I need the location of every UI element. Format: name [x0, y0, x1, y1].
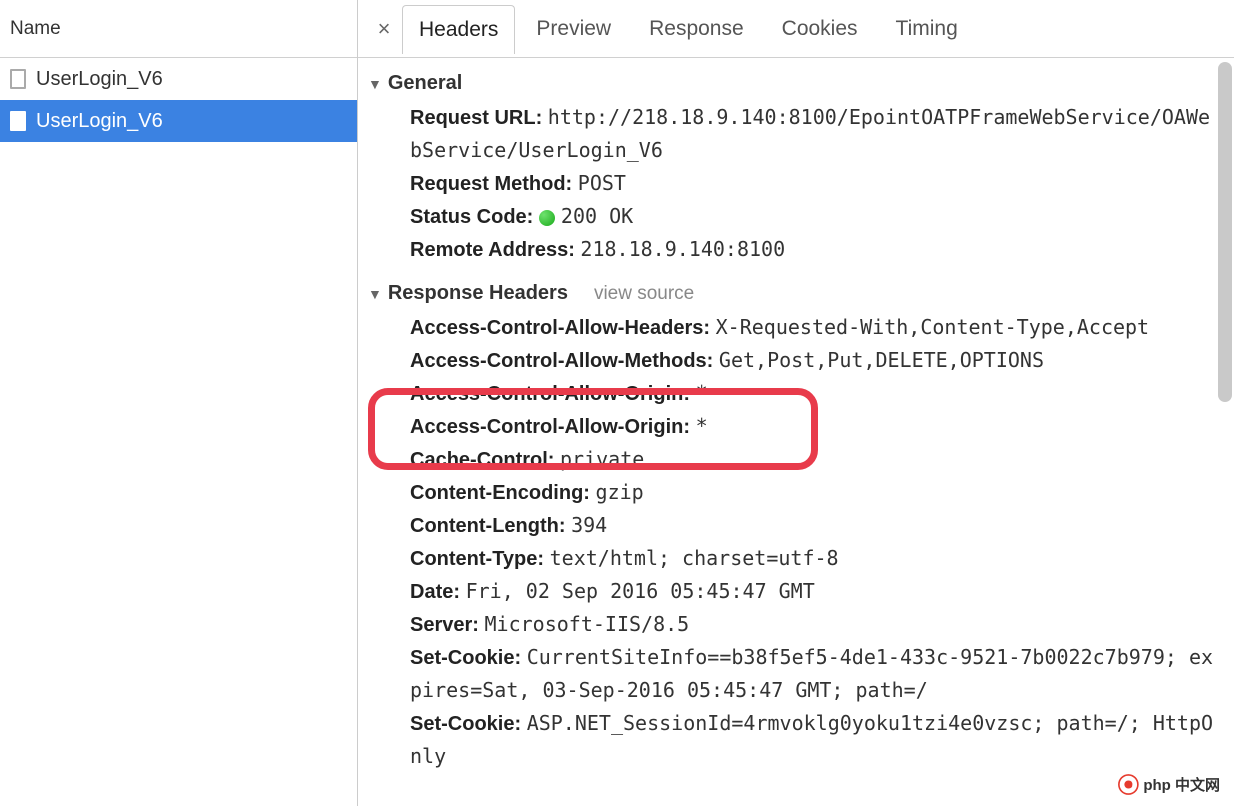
tab-timing[interactable]: Timing: [879, 4, 975, 53]
header-row: Access-Control-Allow-Methods: Get,Post,P…: [410, 344, 1214, 377]
disclosure-triangle-icon[interactable]: ▼: [368, 286, 382, 302]
tab-headers[interactable]: Headers: [402, 5, 515, 54]
tab-response[interactable]: Response: [632, 4, 761, 53]
request-list-item[interactable]: UserLogin_V6: [0, 100, 357, 142]
header-value: POST: [578, 171, 626, 195]
header-row: Request Method: POST: [410, 167, 1214, 200]
view-source-link[interactable]: view source: [594, 283, 694, 305]
close-icon[interactable]: ×: [370, 16, 398, 42]
header-value: 218.18.9.140:8100: [580, 237, 785, 261]
header-row: Date: Fri, 02 Sep 2016 05:45:47 GMT: [410, 575, 1214, 608]
header-row: Set-Cookie: ASP.NET_SessionId=4rmvoklg0y…: [410, 707, 1214, 773]
header-row: Server: Microsoft-IIS/8.5: [410, 608, 1214, 641]
header-value: *: [696, 414, 708, 438]
watermark: ⦿ php 中文网: [1117, 768, 1220, 800]
general-section-title: General: [388, 72, 462, 95]
header-value: Fri, 02 Sep 2016 05:45:47 GMT: [466, 579, 815, 603]
header-value: private: [560, 447, 644, 471]
status-dot-icon: [539, 210, 555, 226]
request-item-label: UserLogin_V6: [36, 110, 163, 133]
tabs-container: HeadersPreviewResponseCookiesTiming: [402, 4, 975, 53]
general-rows: Request URL: http://218.18.9.140:8100/Ep…: [368, 101, 1224, 278]
header-key: Access-Control-Allow-Origin:: [410, 416, 696, 438]
header-value: gzip: [596, 480, 644, 504]
header-key: Content-Type:: [410, 548, 550, 570]
header-key: Access-Control-Allow-Methods:: [410, 350, 719, 372]
header-key: Set-Cookie:: [410, 647, 527, 669]
general-section-header[interactable]: ▼ General: [368, 68, 1224, 101]
php-logo-icon: ⦿: [1117, 768, 1139, 800]
header-row: Request URL: http://218.18.9.140:8100/Ep…: [410, 101, 1214, 167]
response-headers-section-header[interactable]: ▼ Response Headers view source: [368, 278, 1224, 311]
header-key: Remote Address:: [410, 239, 580, 261]
header-key: Access-Control-Allow-Origin:: [410, 383, 696, 405]
header-row: Remote Address: 218.18.9.140:8100: [410, 233, 1214, 266]
header-row: Content-Length: 394: [410, 509, 1214, 542]
request-list-item[interactable]: UserLogin_V6: [0, 58, 357, 100]
tabs-row: × HeadersPreviewResponseCookiesTiming: [358, 0, 1234, 58]
header-row: Set-Cookie: CurrentSiteInfo==b38f5ef5-4d…: [410, 641, 1214, 707]
watermark-text: php 中文网: [1143, 774, 1220, 795]
header-key: Cache-Control:: [410, 449, 560, 471]
header-row: Access-Control-Allow-Origin: *: [410, 410, 1214, 443]
header-value: 200 OK: [561, 204, 633, 228]
header-value: CurrentSiteInfo==b38f5ef5-4de1-433c-9521…: [410, 645, 1213, 702]
header-key: Server:: [410, 614, 485, 636]
scrollbar-thumb[interactable]: [1218, 62, 1232, 402]
header-row: Access-Control-Allow-Headers: X-Requeste…: [410, 311, 1214, 344]
header-key: Request URL:: [410, 107, 548, 129]
tab-preview[interactable]: Preview: [519, 4, 628, 53]
name-column-header[interactable]: Name: [0, 0, 357, 58]
request-list-pane: Name UserLogin_V6 UserLogin_V6: [0, 0, 358, 806]
header-value: 394: [571, 513, 607, 537]
header-value: Microsoft-IIS/8.5: [485, 612, 690, 636]
request-list: UserLogin_V6 UserLogin_V6: [0, 58, 357, 806]
header-key: Date:: [410, 581, 466, 603]
header-row: Content-Encoding: gzip: [410, 476, 1214, 509]
header-value: Get,Post,Put,DELETE,OPTIONS: [719, 348, 1044, 372]
header-value: text/html; charset=utf-8: [550, 546, 839, 570]
details-scroll[interactable]: ▼ General Request URL: http://218.18.9.1…: [358, 58, 1234, 806]
header-key: Request Method:: [410, 173, 578, 195]
header-key: Status Code:: [410, 206, 539, 228]
header-key: Set-Cookie:: [410, 713, 527, 735]
header-row: Access-Control-Allow-Origin: *: [410, 377, 1214, 410]
header-key: Content-Encoding:: [410, 482, 596, 504]
tab-cookies[interactable]: Cookies: [765, 4, 875, 53]
header-key: Content-Length:: [410, 515, 571, 537]
header-row: Content-Type: text/html; charset=utf-8: [410, 542, 1214, 575]
header-key: Access-Control-Allow-Headers:: [410, 317, 716, 339]
header-row: Cache-Control: private: [410, 443, 1214, 476]
details-pane: × HeadersPreviewResponseCookiesTiming ▼ …: [358, 0, 1234, 806]
name-column-label: Name: [10, 18, 61, 40]
response-headers-rows: Access-Control-Allow-Headers: X-Requeste…: [368, 311, 1224, 785]
header-value: *: [696, 381, 708, 405]
document-icon: [10, 111, 26, 131]
header-value: ASP.NET_SessionId=4rmvoklg0yoku1tzi4e0vz…: [410, 711, 1213, 768]
document-icon: [10, 69, 26, 89]
header-value: X-Requested-With,Content-Type,Accept: [716, 315, 1149, 339]
request-item-label: UserLogin_V6: [36, 68, 163, 91]
response-headers-title: Response Headers: [388, 282, 568, 305]
disclosure-triangle-icon[interactable]: ▼: [368, 76, 382, 92]
header-row: Status Code: 200 OK: [410, 200, 1214, 233]
